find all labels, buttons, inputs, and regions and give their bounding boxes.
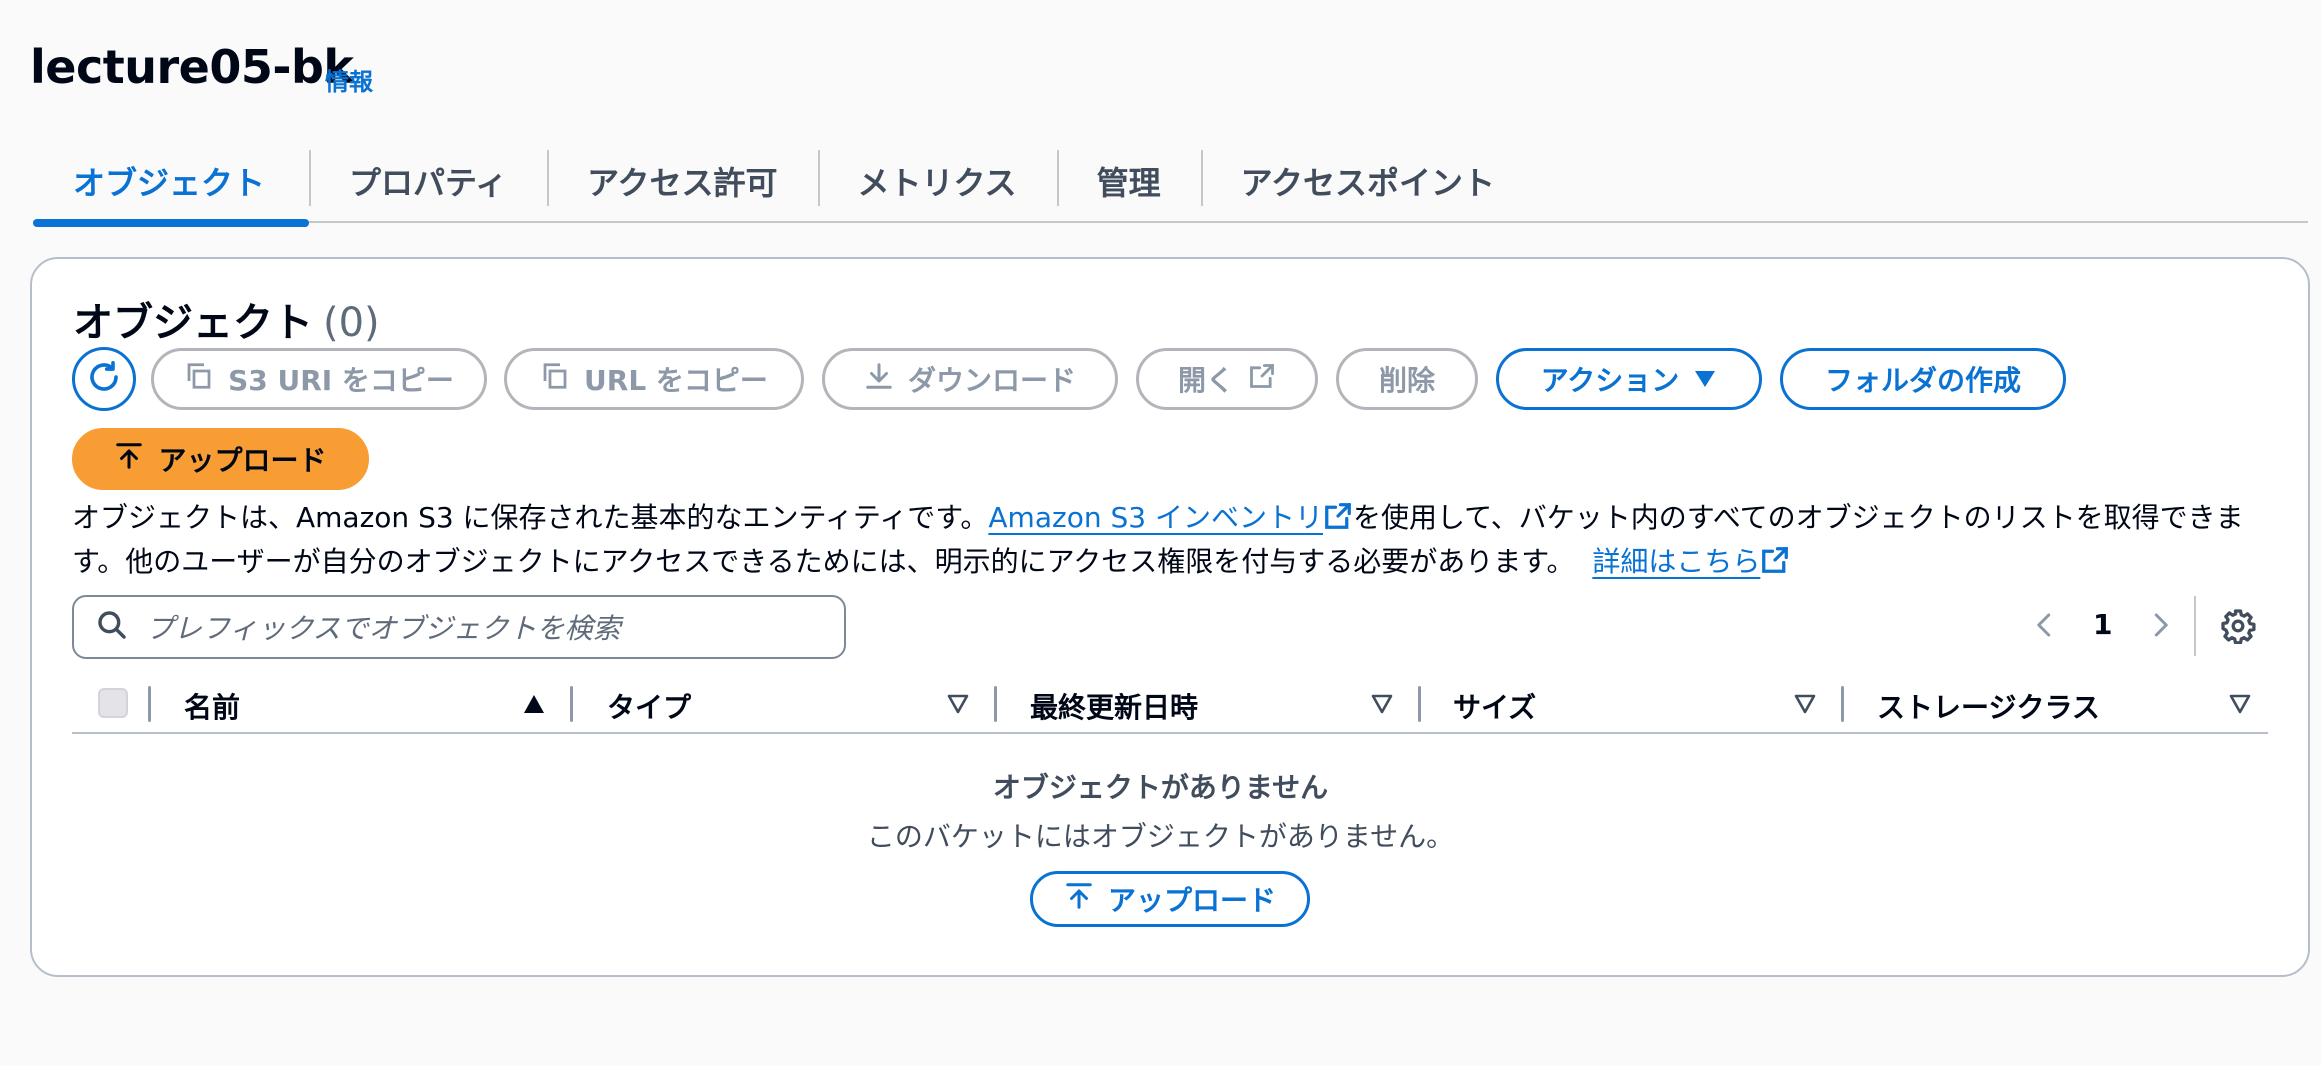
open-button[interactable]: 開く bbox=[1136, 348, 1318, 410]
empty-state-upload-label: アップロード bbox=[1107, 884, 1276, 917]
current-page-number[interactable]: 1 bbox=[2093, 608, 2112, 641]
actions-dropdown[interactable]: アクション bbox=[1496, 348, 1762, 410]
sort-ascending-icon[interactable] bbox=[522, 693, 546, 719]
sort-icon[interactable] bbox=[946, 693, 970, 719]
objects-description: オブジェクトは、Amazon S3 に保存された基本的なエンティティです。Ama… bbox=[72, 498, 2252, 586]
copy-url-button[interactable]: URL をコピー bbox=[504, 348, 804, 410]
refresh-button[interactable] bbox=[72, 347, 136, 411]
upload-icon bbox=[1064, 881, 1094, 918]
info-link[interactable]: 情報 bbox=[325, 62, 373, 97]
delete-label: 削除 bbox=[1378, 364, 1435, 397]
column-header-name[interactable]: 名前 bbox=[184, 686, 240, 726]
tab-access-points[interactable]: アクセスポイント bbox=[1200, 140, 1535, 221]
empty-state-title: オブジェクトがありません bbox=[992, 771, 1329, 804]
delete-button[interactable]: 削除 bbox=[1336, 348, 1478, 410]
tab-permissions[interactable]: アクセス許可 bbox=[547, 140, 817, 221]
upload-icon bbox=[114, 441, 144, 478]
s3-inventory-link[interactable]: Amazon S3 インベントリ bbox=[988, 501, 1323, 534]
column-divider bbox=[570, 686, 573, 722]
download-button[interactable]: ダウンロード bbox=[822, 348, 1118, 410]
s3-inventory-link-label: Amazon S3 インベントリ bbox=[988, 501, 1323, 534]
tab-metrics[interactable]: メトリクス bbox=[817, 140, 1057, 221]
external-link-icon bbox=[1760, 545, 1790, 586]
column-header-type[interactable]: タイプ bbox=[607, 686, 691, 726]
sort-icon[interactable] bbox=[1370, 693, 1394, 719]
search-input[interactable]: プレフィックスでオブジェクトを検索 bbox=[72, 595, 846, 659]
column-divider bbox=[1418, 686, 1421, 722]
panel-title-text: オブジェクト bbox=[73, 300, 313, 346]
search-icon bbox=[96, 609, 128, 645]
external-link-icon bbox=[1323, 501, 1353, 542]
column-header-storage-class[interactable]: ストレージクラス bbox=[1877, 686, 2100, 726]
actions-label: アクション bbox=[1540, 364, 1680, 397]
select-all-checkbox[interactable] bbox=[98, 688, 128, 718]
tab-objects[interactable]: オブジェクト bbox=[33, 140, 310, 227]
upload-label: アップロード bbox=[158, 444, 327, 477]
copy-s3-uri-label: S3 URI をコピー bbox=[228, 364, 454, 397]
copy-s3-uri-button[interactable]: S3 URI をコピー bbox=[151, 348, 487, 410]
tab-bar: オブジェクト プロパティ アクセス許可 メトリクス 管理 アクセスポイント bbox=[33, 140, 2308, 227]
search-placeholder: プレフィックスでオブジェクトを検索 bbox=[146, 612, 621, 645]
column-header-last-modified[interactable]: 最終更新日時 bbox=[1030, 686, 1198, 726]
learn-more-link[interactable]: 詳細はこちら bbox=[1592, 545, 1760, 578]
panel-title: オブジェクト (0) bbox=[73, 290, 380, 348]
sort-icon[interactable] bbox=[1793, 693, 1817, 719]
learn-more-label: 詳細はこちら bbox=[1592, 545, 1761, 578]
gear-icon[interactable] bbox=[2220, 608, 2256, 648]
bucket-title: lecture05-bk bbox=[30, 40, 354, 94]
download-icon bbox=[864, 361, 894, 398]
next-page-icon[interactable] bbox=[2145, 610, 2175, 644]
download-label: ダウンロード bbox=[907, 364, 1076, 397]
create-folder-label: フォルダの作成 bbox=[1824, 364, 2021, 397]
refresh-icon bbox=[86, 359, 122, 399]
open-label: 開く bbox=[1177, 364, 1234, 397]
column-divider bbox=[148, 686, 151, 722]
empty-state-upload-button[interactable]: アップロード bbox=[1030, 871, 1310, 927]
pagination-divider bbox=[2194, 596, 2196, 656]
copy-icon bbox=[184, 361, 214, 398]
caret-down-icon bbox=[1693, 363, 1717, 396]
external-link-icon bbox=[1248, 362, 1276, 397]
description-text-1: オブジェクトは、Amazon S3 に保存された基本的なエンティティです。 bbox=[72, 501, 989, 534]
previous-page-icon[interactable] bbox=[2030, 610, 2060, 644]
copy-icon bbox=[540, 361, 570, 398]
create-folder-button[interactable]: フォルダの作成 bbox=[1780, 348, 2066, 410]
sort-icon[interactable] bbox=[2228, 693, 2252, 719]
tab-properties[interactable]: プロパティ bbox=[309, 140, 547, 221]
upload-button[interactable]: アップロード bbox=[72, 428, 369, 490]
column-divider bbox=[994, 686, 997, 722]
column-divider bbox=[1841, 686, 1844, 722]
copy-url-label: URL をコピー bbox=[584, 364, 768, 397]
column-header-size[interactable]: サイズ bbox=[1453, 686, 1536, 726]
empty-state-message: このバケットにはオブジェクトがありません。 bbox=[866, 820, 1455, 853]
tab-management[interactable]: 管理 bbox=[1056, 140, 1201, 221]
object-count: (0) bbox=[323, 300, 380, 346]
